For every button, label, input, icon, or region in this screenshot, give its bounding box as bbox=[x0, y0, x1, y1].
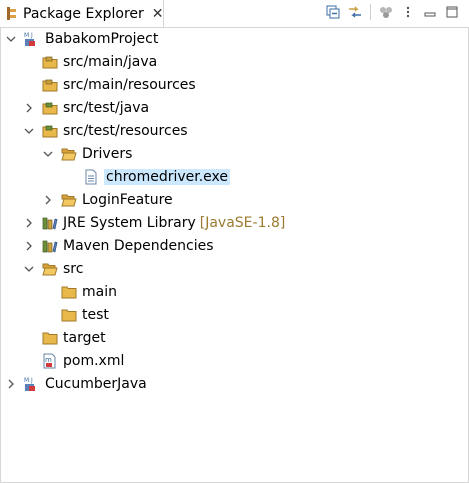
expanded-chevron-icon[interactable] bbox=[43, 143, 53, 165]
package-explorer-tab[interactable]: Package Explorer ✕ bbox=[0, 0, 164, 27]
no-chevron bbox=[24, 74, 34, 96]
tree-item-jre-system-library[interactable]: JRE System Library [JavaSE-1.8] bbox=[24, 212, 285, 234]
tree-item-label: pom.xml bbox=[63, 353, 125, 369]
source-folder-icon bbox=[42, 77, 58, 93]
tree-item-chromedriver-exe[interactable]: chromedriver.exe bbox=[83, 166, 231, 188]
tree-item-label: LoginFeature bbox=[82, 192, 173, 208]
tree-item-label: src/main/java bbox=[63, 54, 158, 70]
tree-item-drivers-folder[interactable]: Drivers bbox=[43, 143, 132, 165]
tree-item-label: BabakomProject bbox=[45, 31, 159, 47]
open-folder-icon bbox=[61, 192, 77, 208]
toolbar-separator bbox=[370, 4, 371, 20]
svg-text:m: m bbox=[45, 356, 52, 364]
tree-item-label: CucumberJava bbox=[45, 376, 147, 392]
link-with-editor-icon[interactable] bbox=[344, 2, 366, 22]
folder-icon bbox=[61, 307, 77, 323]
library-icon bbox=[42, 215, 58, 231]
tree-item-pom-xml[interactable]: m pom.xml bbox=[42, 350, 124, 372]
tree-item-babakom-project[interactable]: M J BabakomProject bbox=[6, 28, 158, 50]
tree-item-label: main bbox=[82, 284, 117, 300]
source-folder-icon bbox=[42, 54, 58, 70]
source-folder-icon bbox=[42, 123, 58, 139]
tree-item-target-folder[interactable]: target bbox=[42, 327, 106, 349]
svg-text:J: J bbox=[30, 377, 33, 384]
view-title: Package Explorer bbox=[23, 5, 144, 22]
view-menu-icon[interactable] bbox=[397, 2, 419, 22]
tree-item-loginfeature-folder[interactable]: LoginFeature bbox=[43, 189, 173, 211]
svg-text:J: J bbox=[30, 32, 33, 39]
tree-item-src-test-java[interactable]: src/test/java bbox=[24, 97, 149, 119]
maven-pom-icon: m bbox=[42, 353, 58, 369]
collapsed-chevron-icon[interactable] bbox=[24, 97, 34, 119]
maven-java-project-icon: M J bbox=[24, 376, 40, 392]
svg-text:M: M bbox=[24, 377, 29, 384]
tree-item-maven-dependencies[interactable]: Maven Dependencies bbox=[24, 235, 214, 257]
folder-icon bbox=[42, 330, 58, 346]
tree-item-src-folder[interactable]: src bbox=[24, 258, 83, 280]
library-icon bbox=[42, 238, 58, 254]
folder-icon bbox=[61, 284, 77, 300]
svg-text:M: M bbox=[24, 32, 29, 39]
focus-on-active-task-icon[interactable] bbox=[375, 2, 397, 22]
tree-item-test-folder[interactable]: test bbox=[61, 304, 109, 326]
tree-item-label: src/test/java bbox=[63, 100, 150, 116]
expanded-chevron-icon[interactable] bbox=[6, 28, 16, 50]
tree-item-label: src/main/resources bbox=[63, 77, 196, 93]
tree-item-src-main-resources[interactable]: src/main/resources bbox=[24, 74, 196, 96]
collapsed-chevron-icon[interactable] bbox=[24, 235, 34, 257]
maximize-icon[interactable] bbox=[441, 2, 463, 22]
tree-item-label: src/test/resources bbox=[63, 123, 188, 139]
tree-item-label: chromedriver.exe bbox=[104, 169, 231, 185]
collapsed-chevron-icon[interactable] bbox=[6, 373, 16, 395]
source-folder-icon bbox=[42, 100, 58, 116]
tree-item-label: JRE System Library bbox=[63, 215, 196, 231]
tree-item-label: Maven Dependencies bbox=[63, 238, 214, 254]
collapse-all-icon[interactable] bbox=[322, 2, 344, 22]
tree-item-src-main-java[interactable]: src/main/java bbox=[24, 51, 157, 73]
jre-version-decoration: [JavaSE-1.8] bbox=[199, 215, 286, 231]
minimize-icon[interactable] bbox=[419, 2, 441, 22]
view-toolbar bbox=[322, 2, 463, 22]
no-chevron bbox=[24, 51, 34, 73]
expanded-chevron-icon[interactable] bbox=[24, 120, 34, 142]
tree-item-label: src bbox=[63, 261, 84, 277]
tree-item-label: target bbox=[63, 330, 106, 346]
view-tab-bar: Package Explorer ✕ bbox=[0, 0, 469, 28]
maven-java-project-icon: M J bbox=[24, 31, 40, 47]
tree-item-label: test bbox=[82, 307, 109, 323]
collapsed-chevron-icon[interactable] bbox=[24, 212, 34, 234]
tree-item-label: Drivers bbox=[82, 146, 133, 162]
close-icon[interactable]: ✕ bbox=[152, 7, 164, 21]
collapsed-chevron-icon[interactable] bbox=[43, 189, 53, 211]
package-explorer-tree[interactable]: M J BabakomProject src/main/java src/mai… bbox=[0, 27, 469, 483]
expanded-chevron-icon[interactable] bbox=[24, 258, 34, 280]
package-explorer-icon bbox=[7, 7, 17, 20]
tree-item-src-test-resources[interactable]: src/test/resources bbox=[24, 120, 188, 142]
open-folder-icon bbox=[42, 261, 58, 277]
open-folder-icon bbox=[61, 146, 77, 162]
tree-item-main-folder[interactable]: main bbox=[61, 281, 117, 303]
file-icon bbox=[83, 169, 99, 185]
tree-item-cucumberjava-project[interactable]: M J CucumberJava bbox=[6, 373, 147, 395]
